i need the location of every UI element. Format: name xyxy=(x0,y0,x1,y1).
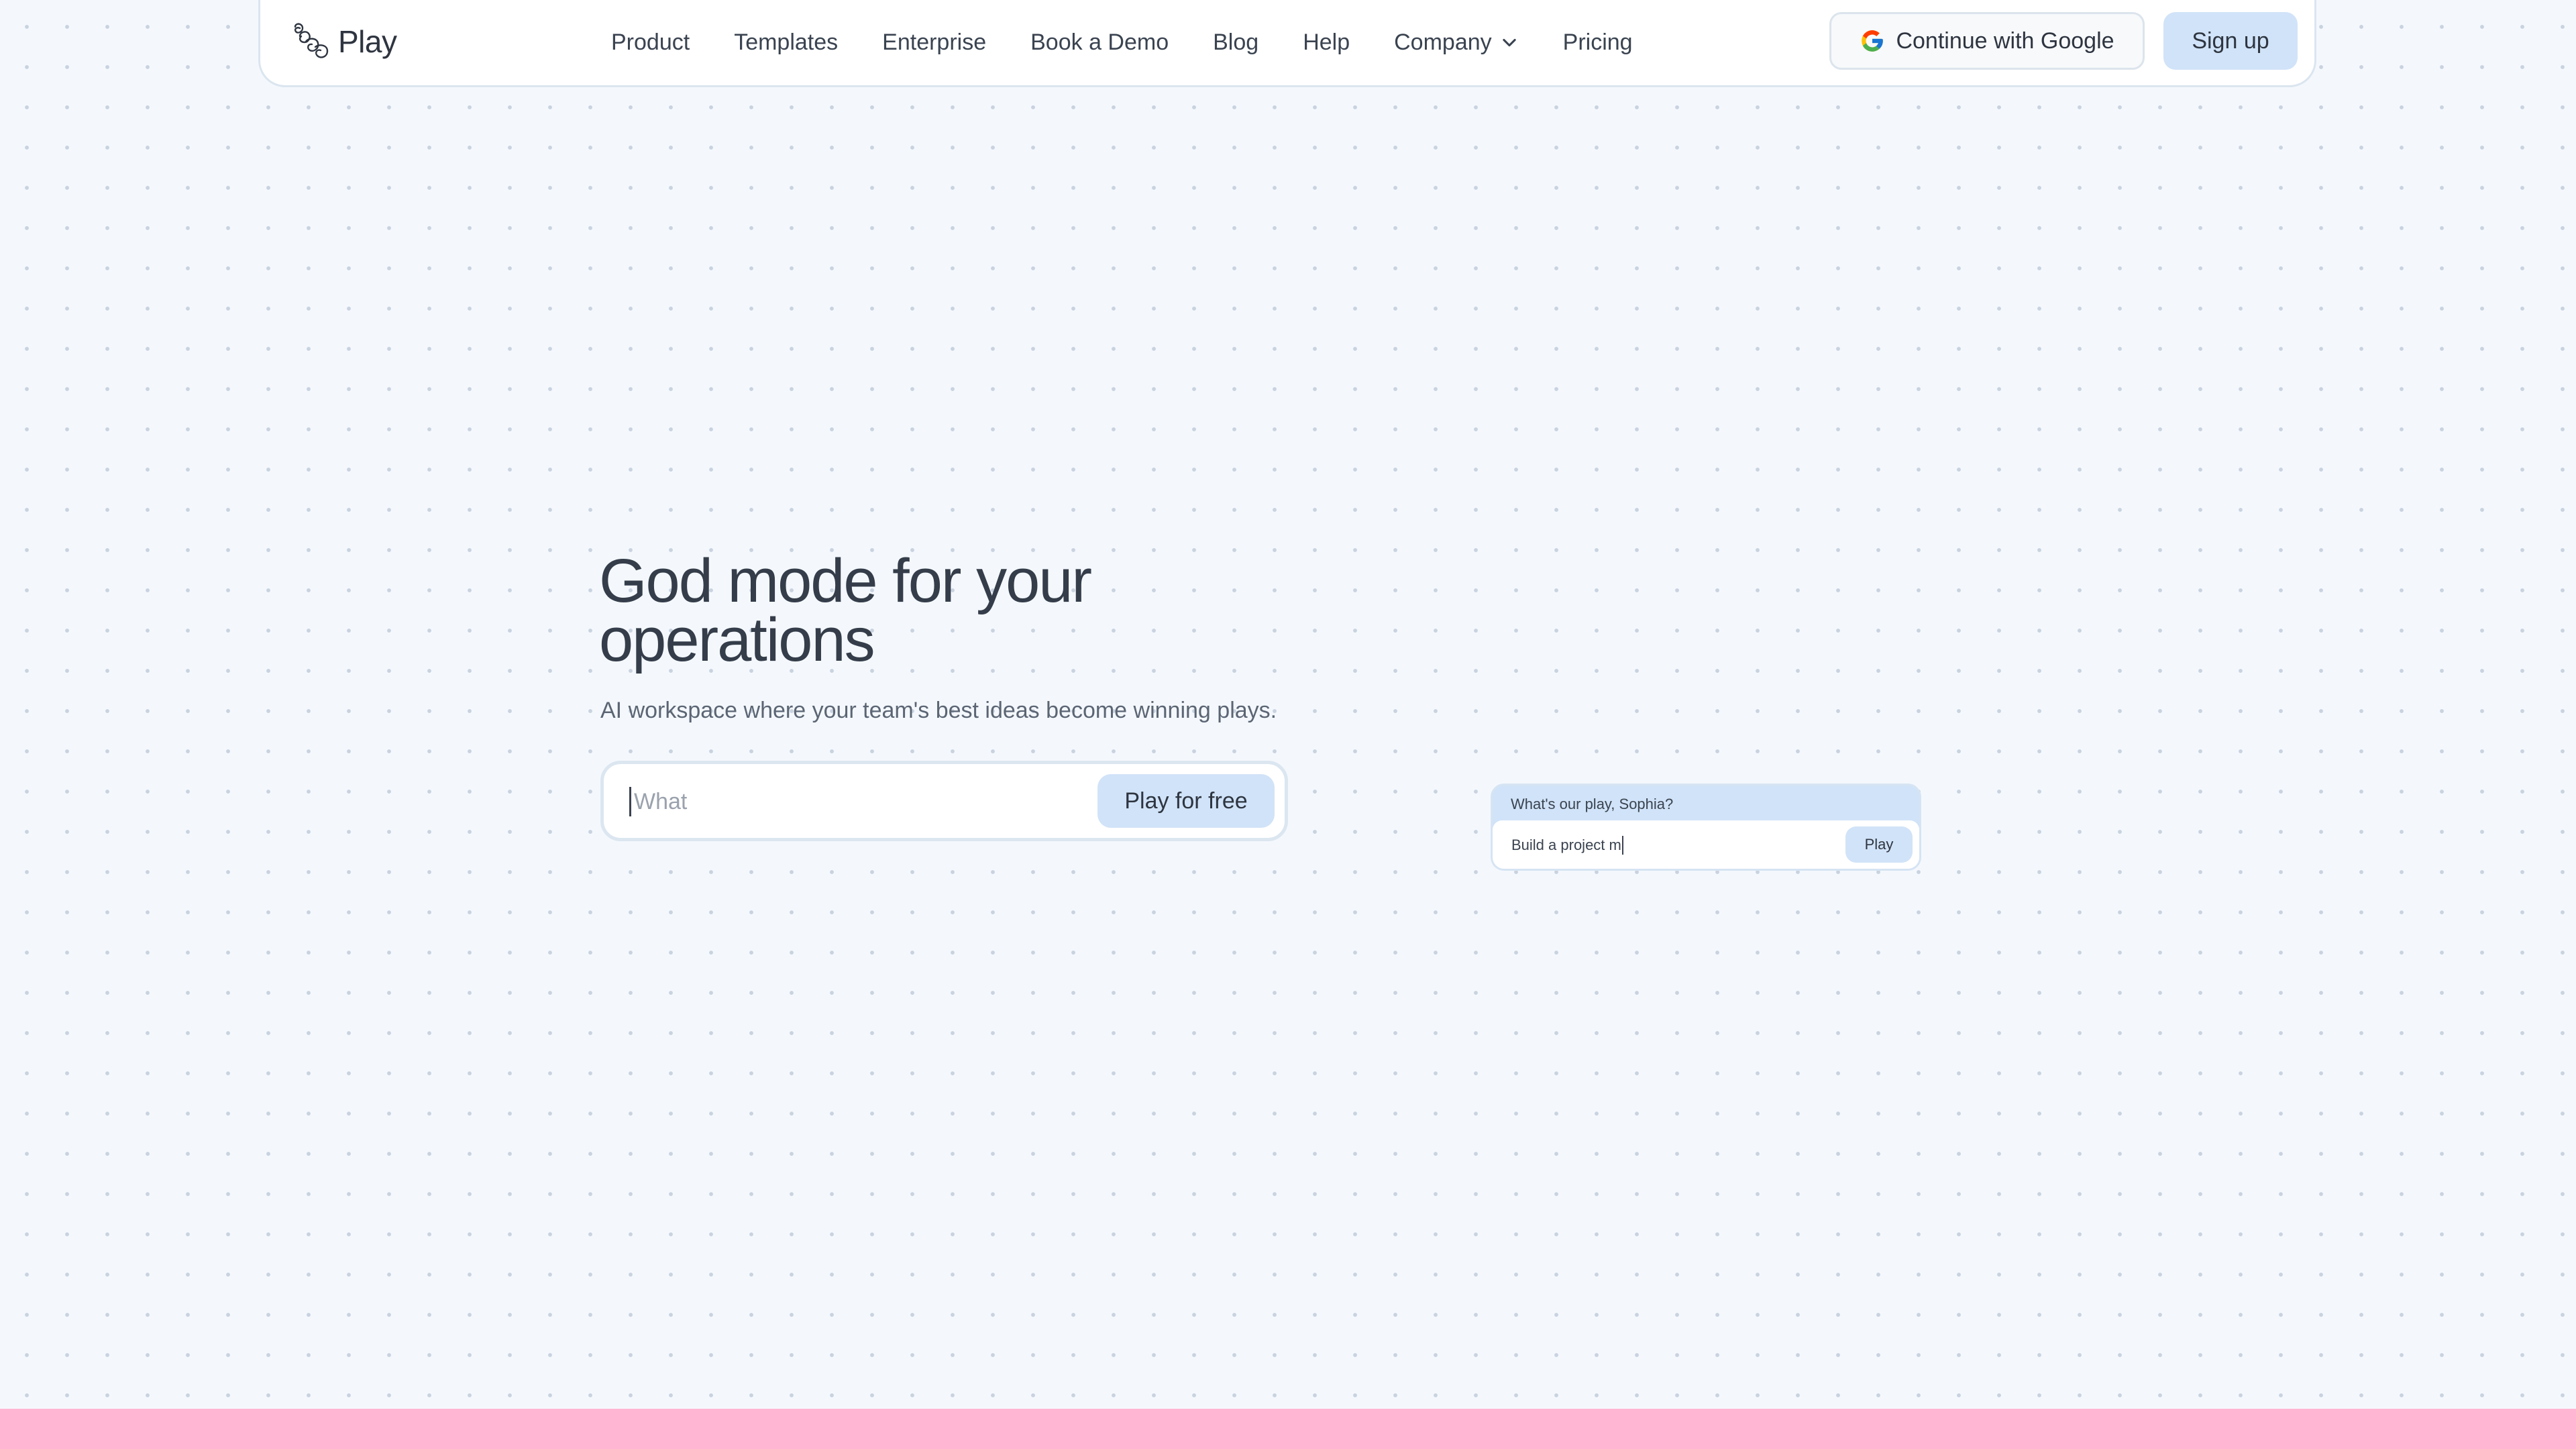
nav-link-company-label: Company xyxy=(1394,29,1492,55)
nav-link-company[interactable]: Company xyxy=(1394,30,1519,56)
text-caret xyxy=(1621,836,1623,855)
top-navigation: Play Product Templates Enterprise Book a… xyxy=(258,0,2316,87)
preview-card-input-text: Build a project m xyxy=(1511,837,1621,853)
logo-text: Play xyxy=(338,24,397,59)
nav-link-help[interactable]: Help xyxy=(1303,30,1350,56)
hero-title: God mode for your operations xyxy=(599,547,1092,674)
preview-card-input[interactable]: Build a project m xyxy=(1511,836,1623,855)
hero-prompt-input[interactable] xyxy=(629,787,1050,816)
bottom-pink-band xyxy=(0,1409,2576,1449)
google-icon xyxy=(1862,30,1884,52)
nav-link-enterprise[interactable]: Enterprise xyxy=(882,30,986,56)
chevron-down-icon xyxy=(1502,38,1516,47)
preview-card-body: Build a project m Play xyxy=(1493,820,1919,869)
continue-with-google-button[interactable]: Continue with Google xyxy=(1829,12,2145,70)
nav-links: Product Templates Enterprise Book a Demo… xyxy=(611,24,1633,60)
hero-prompt-box: Play for free xyxy=(600,761,1288,841)
nav-link-pricing[interactable]: Pricing xyxy=(1563,30,1633,56)
play-preview-card: What's our play, Sophia? Build a project… xyxy=(1491,784,1921,871)
preview-card-header: What's our play, Sophia? xyxy=(1511,796,1674,812)
preview-play-button[interactable]: Play xyxy=(1845,826,1913,863)
nav-link-product[interactable]: Product xyxy=(611,30,690,56)
play-for-free-button[interactable]: Play for free xyxy=(1097,774,1275,828)
nav-link-blog[interactable]: Blog xyxy=(1213,30,1258,56)
sign-up-button[interactable]: Sign up xyxy=(2163,12,2298,70)
nav-link-templates[interactable]: Templates xyxy=(734,30,838,56)
logo[interactable]: Play xyxy=(291,20,397,63)
hero-subtitle: AI workspace where your team's best idea… xyxy=(600,698,1277,723)
continue-with-google-label: Continue with Google xyxy=(1896,28,2114,54)
play-logo-icon xyxy=(294,23,329,58)
nav-link-book-a-demo[interactable]: Book a Demo xyxy=(1030,30,1169,56)
